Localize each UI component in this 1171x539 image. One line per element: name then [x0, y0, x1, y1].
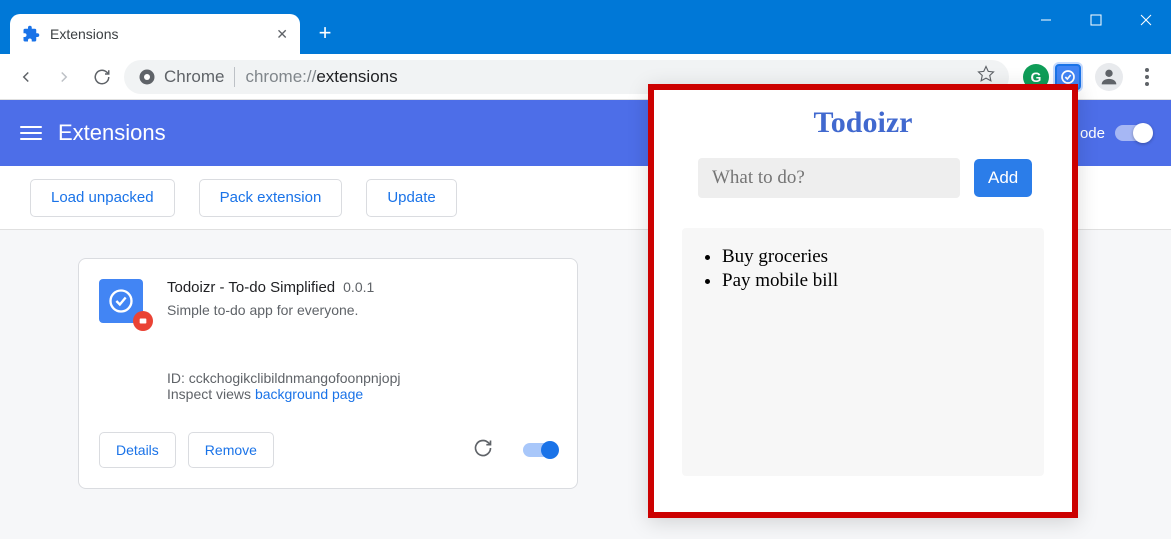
browser-tab[interactable]: Extensions ✕ — [10, 14, 300, 54]
list-item: Buy groceries — [722, 246, 1034, 268]
reload-button[interactable] — [86, 61, 118, 93]
extension-id: ID: cckchogikclibildnmangofoonpnjopj — [167, 370, 557, 386]
pack-extension-button[interactable]: Pack extension — [199, 179, 343, 217]
extension-card: Todoizr - To-do Simplified 0.0.1 Simple … — [78, 258, 578, 489]
chrome-menu-button[interactable] — [1133, 68, 1161, 86]
tab-strip: Extensions ✕ + — [0, 0, 340, 54]
new-tab-button[interactable]: + — [310, 18, 340, 48]
extension-name: Todoizr - To-do Simplified 0.0.1 — [167, 279, 557, 296]
minimize-button[interactable] — [1021, 0, 1071, 40]
close-tab-icon[interactable]: ✕ — [276, 26, 288, 43]
popup-title: Todoizr — [674, 106, 1052, 140]
puzzle-icon — [22, 25, 40, 43]
reload-extension-icon[interactable] — [473, 438, 493, 463]
add-button[interactable]: Add — [974, 159, 1032, 197]
menu-icon[interactable] — [20, 122, 42, 144]
page-title: Extensions — [58, 120, 166, 146]
extension-version: 0.0.1 — [343, 279, 374, 295]
developer-mode-control: ode — [1080, 125, 1151, 142]
chrome-chip: Chrome — [138, 67, 224, 87]
extension-popup: Todoizr Add Buy groceries Pay mobile bil… — [648, 84, 1078, 518]
remove-button[interactable]: Remove — [188, 432, 274, 468]
back-button[interactable] — [10, 61, 42, 93]
load-unpacked-button[interactable]: Load unpacked — [30, 179, 175, 217]
details-button[interactable]: Details — [99, 432, 176, 468]
window-titlebar: Extensions ✕ + — [0, 0, 1171, 54]
chrome-icon — [138, 68, 156, 86]
extension-card-icon — [99, 279, 147, 327]
update-button[interactable]: Update — [366, 179, 456, 217]
extension-enable-toggle[interactable] — [523, 443, 557, 457]
window-controls — [1021, 0, 1171, 54]
background-page-link[interactable]: background page — [255, 386, 363, 402]
tab-title: Extensions — [50, 26, 118, 42]
maximize-button[interactable] — [1071, 0, 1121, 40]
omnibox-url: chrome://extensions — [245, 67, 397, 87]
list-item: Pay mobile bill — [722, 270, 1034, 292]
omnibox-prefix: Chrome — [164, 67, 224, 87]
developer-mode-label: ode — [1080, 125, 1105, 142]
forward-button — [48, 61, 80, 93]
profile-avatar[interactable] — [1095, 63, 1123, 91]
todo-input[interactable] — [698, 158, 960, 198]
extension-description: Simple to-do app for everyone. — [167, 302, 557, 318]
developer-mode-toggle[interactable] — [1115, 125, 1151, 141]
dev-badge-icon — [133, 311, 153, 331]
inspect-views: Inspect views background page — [167, 386, 557, 402]
close-window-button[interactable] — [1121, 0, 1171, 40]
omnibox-divider — [234, 67, 235, 87]
todo-list: Buy groceries Pay mobile bill — [682, 228, 1044, 476]
